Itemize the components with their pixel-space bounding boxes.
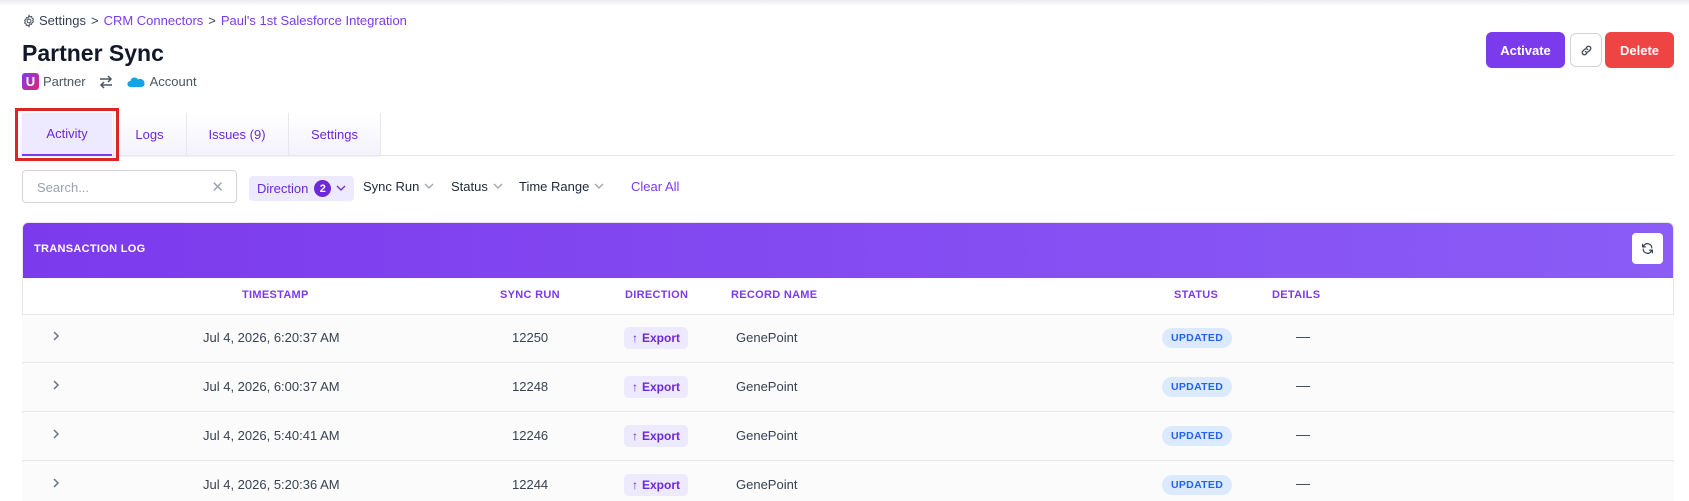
chevron-down-icon	[424, 183, 434, 189]
chevron-right-icon[interactable]	[50, 476, 62, 490]
column-header-timestamp[interactable]: TIMESTAMP	[242, 289, 309, 301]
chevron-down-icon	[336, 185, 346, 191]
column-header-sync-run[interactable]: SYNC RUN	[500, 289, 560, 301]
breadcrumb-separator: >	[90, 13, 99, 28]
direction-badge-label: Export	[642, 331, 681, 345]
row-timestamp: Jul 4, 2026, 6:00:37 AM	[203, 379, 340, 394]
status-badge: UPDATED	[1162, 328, 1233, 348]
row-timestamp: Jul 4, 2026, 6:20:37 AM	[203, 330, 340, 345]
column-header-record-name[interactable]: RECORD NAME	[731, 289, 817, 301]
breadcrumb-settings[interactable]: Settings	[39, 13, 86, 28]
table-row[interactable]: Jul 4, 2026, 6:00:37 AM 12248 ↑ Export Ge…	[22, 364, 1674, 412]
target-entity-label: Account	[149, 74, 197, 89]
status-badge: UPDATED	[1162, 426, 1233, 446]
direction-badge: ↑ Export	[624, 474, 689, 496]
time-range-filter[interactable]: Time Range	[519, 179, 604, 194]
tab-logs[interactable]: Logs	[113, 113, 186, 156]
tab-settings[interactable]: Settings	[288, 113, 381, 156]
close-icon[interactable]: ✕	[211, 178, 224, 196]
source-entity-label: Partner	[43, 74, 86, 89]
chevron-right-icon[interactable]	[50, 329, 62, 343]
status-filter-label: Status	[451, 179, 488, 194]
row-details: —	[1296, 328, 1310, 344]
row-details: —	[1296, 426, 1310, 442]
status-badge: UPDATED	[1162, 377, 1233, 397]
delete-button[interactable]: Delete	[1605, 32, 1674, 68]
link-icon	[1581, 45, 1591, 55]
direction-filter[interactable]: Direction 2	[249, 176, 354, 201]
column-header-details[interactable]: DETAILS	[1272, 289, 1320, 301]
row-record-name: GenePoint	[736, 477, 798, 492]
salesforce-cloud-icon	[127, 77, 145, 87]
chevron-right-icon[interactable]	[50, 427, 62, 441]
breadcrumb-crm-connectors[interactable]: CRM Connectors	[104, 13, 204, 28]
transaction-log-header: TRANSACTION LOG	[23, 223, 1673, 278]
swap-arrows-icon	[99, 74, 112, 89]
tab-divider	[380, 113, 381, 156]
activate-button[interactable]: Activate	[1486, 32, 1565, 68]
direction-filter-label: Direction	[257, 181, 309, 196]
sync-entities: U Partner Account	[22, 73, 197, 90]
row-sync-run: 12246	[512, 428, 549, 443]
row-sync-run: 12250	[512, 330, 549, 345]
row-sync-run: 12244	[512, 477, 549, 492]
clear-all-button[interactable]: Clear All	[631, 179, 679, 194]
direction-badge-label: Export	[642, 478, 681, 492]
partner-logo-icon: U	[22, 73, 39, 90]
chevron-right-icon[interactable]	[50, 378, 62, 392]
row-record-name: GenePoint	[736, 330, 798, 345]
direction-badge: ↑ Export	[624, 376, 689, 398]
selection-highlight-box	[15, 108, 119, 161]
direction-badge-label: Export	[642, 429, 681, 443]
row-sync-run: 12248	[512, 379, 549, 394]
breadcrumb: Settings > CRM Connectors > Paul's 1st S…	[22, 13, 407, 28]
breadcrumb-integration[interactable]: Paul's 1st Salesforce Integration	[221, 13, 407, 28]
chevron-down-icon	[594, 183, 604, 189]
sync-run-filter[interactable]: Sync Run	[363, 179, 434, 194]
refresh-icon	[1642, 243, 1653, 254]
column-header-status[interactable]: STATUS	[1174, 289, 1218, 301]
copy-link-button[interactable]	[1570, 33, 1602, 67]
top-shadow	[0, 0, 1689, 6]
column-header-direction[interactable]: DIRECTION	[625, 289, 688, 301]
status-badge: UPDATED	[1162, 475, 1233, 495]
sync-run-filter-label: Sync Run	[363, 179, 420, 194]
time-range-filter-label: Time Range	[519, 179, 590, 194]
status-filter[interactable]: Status	[451, 179, 503, 194]
arrow-up-icon: ↑	[632, 429, 638, 443]
transaction-log-title: TRANSACTION LOG	[34, 243, 146, 255]
table-row[interactable]: Jul 4, 2026, 5:20:36 AM 12244 ↑ Export Ge…	[22, 462, 1674, 501]
breadcrumb-separator: >	[208, 13, 216, 28]
row-record-name: GenePoint	[736, 428, 798, 443]
row-timestamp: Jul 4, 2026, 5:40:41 AM	[203, 428, 340, 443]
row-record-name: GenePoint	[736, 379, 798, 394]
direction-filter-count: 2	[314, 180, 332, 197]
direction-badge: ↑ Export	[624, 425, 689, 447]
direction-badge-label: Export	[642, 380, 681, 394]
arrow-up-icon: ↑	[632, 478, 638, 492]
row-details: —	[1296, 475, 1310, 491]
direction-badge: ↑ Export	[624, 327, 689, 349]
search-field[interactable]: ✕	[22, 170, 237, 203]
table-row[interactable]: Jul 4, 2026, 6:20:37 AM 12250 ↑ Export Ge…	[22, 315, 1674, 363]
tab-issues[interactable]: Issues (9)	[186, 113, 288, 156]
search-input[interactable]	[37, 178, 207, 196]
gear-icon	[23, 13, 35, 28]
chevron-down-icon	[493, 183, 503, 189]
refresh-button[interactable]	[1632, 233, 1663, 264]
table-row[interactable]: Jul 4, 2026, 5:40:41 AM 12246 ↑ Export Ge…	[22, 413, 1674, 461]
row-timestamp: Jul 4, 2026, 5:20:36 AM	[203, 477, 340, 492]
arrow-up-icon: ↑	[632, 331, 638, 345]
row-details: —	[1296, 377, 1310, 393]
page-title: Partner Sync	[22, 40, 164, 66]
arrow-up-icon: ↑	[632, 380, 638, 394]
